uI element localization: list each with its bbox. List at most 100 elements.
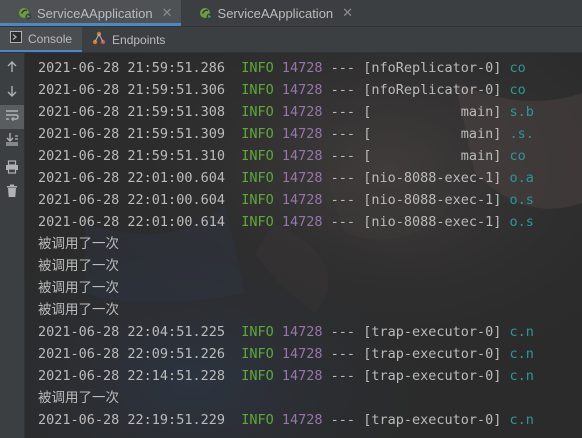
tab-endpoints[interactable]: Endpoints — [82, 27, 175, 52]
log-thread: [nfoReplicator-0] — [363, 60, 502, 76]
log-logger: o.s — [509, 192, 534, 208]
log-line: 2021-06-28 22:04:51.225 INFO 14728 --- [… — [38, 321, 534, 343]
stdout-line: 被调用了一次 — [38, 255, 534, 277]
log-logger: c.n — [509, 324, 534, 340]
log-date: 2021-06-28 — [38, 324, 120, 340]
log-thread: [ main] — [363, 148, 502, 164]
log-level: INFO — [241, 82, 274, 98]
log-logger: co — [510, 53, 526, 54]
trash-icon — [6, 184, 18, 203]
soft-wrap-button[interactable] — [0, 105, 24, 129]
scroll-down-button[interactable] — [0, 81, 24, 105]
stdout-line: 被调用了一次 — [38, 277, 534, 299]
print-button[interactable] — [0, 157, 24, 181]
stdout-text: 被调用了一次 — [38, 280, 119, 296]
log-level: INFO — [241, 170, 274, 186]
log-level: INFO — [241, 104, 274, 120]
log-pid: 14728 — [281, 214, 323, 230]
log-line: 2021-06-28 21:59:51.309 INFO 14728 --- [… — [38, 123, 534, 145]
close-icon[interactable]: ✕ — [162, 5, 173, 21]
log-separator: --- — [330, 412, 356, 428]
log-separator: --- — [330, 104, 356, 120]
log-time: 22:19:51.229 — [127, 412, 225, 428]
log-line: 2021-06-28 21:59:51.306 INFO 14728 --- [… — [38, 79, 534, 101]
stdout-line: 被调用了一次 — [38, 233, 534, 255]
log-pid: 14728 — [282, 53, 323, 54]
log-thread: [trap-executor-0] — [363, 324, 502, 340]
spring-boot-run-icon — [199, 6, 213, 20]
log-line: 2021-06-28 21:59:51.308 INFO 14728 --- [… — [38, 101, 534, 123]
log-date: 2021-06-28 — [38, 53, 119, 54]
log-separator: --- — [330, 324, 356, 340]
log-separator: --- — [330, 170, 356, 186]
log-separator: --- — [330, 214, 356, 230]
run-tab-service-a-1[interactable]: ServiceAApplication ✕ — [0, 0, 181, 26]
console-icon — [10, 31, 22, 46]
log-date: 2021-06-28 — [38, 170, 120, 186]
log-date: 2021-06-28 — [38, 60, 120, 76]
log-line: 2021-06-28 22:01:00.604 INFO 14728 --- [… — [38, 189, 534, 211]
log-level: INFO — [241, 60, 274, 76]
scroll-down-arrow-icon — [6, 84, 18, 102]
clear-all-button[interactable] — [0, 181, 24, 205]
log-thread: [nio-8088-exec-1] — [363, 214, 502, 230]
log-date: 2021-06-28 — [38, 412, 120, 428]
close-icon[interactable]: ✕ — [342, 5, 353, 21]
scroll-to-end-button[interactable] — [0, 129, 24, 153]
log-thread: [nfoReplicator-0] — [363, 82, 502, 98]
log-level: INFO — [241, 412, 274, 428]
log-pid: 14728 — [281, 170, 323, 186]
log-level: INFO — [241, 346, 274, 362]
tab-endpoints-label: Endpoints — [112, 32, 166, 47]
tab-console-label: Console — [28, 31, 73, 46]
log-pid: 14728 — [281, 60, 323, 76]
log-date: 2021-06-28 — [38, 368, 120, 384]
log-line: 2021-06-28 21:59:51.286 INFO 14728 --- [… — [38, 57, 534, 79]
log-pid: 14728 — [281, 368, 323, 384]
log-thread: [ main] — [363, 53, 501, 54]
log-time: 22:04:51.225 — [127, 324, 225, 340]
log-logger: co — [509, 60, 526, 76]
log-pid: 14728 — [281, 126, 323, 142]
log-time: 21:59:51.306 — [127, 82, 225, 98]
log-level: INFO — [241, 192, 274, 208]
log-pid: 14728 — [281, 82, 323, 98]
stdout-text: 被调用了一次 — [38, 302, 119, 318]
log-separator: --- — [330, 126, 356, 142]
log-time: 21:59:51.308 — [127, 104, 225, 120]
log-date: 2021-06-28 — [38, 148, 120, 164]
log-pid: 14728 — [281, 346, 323, 362]
log-separator: --- — [330, 368, 356, 384]
log-thread: [trap-executor-0] — [363, 368, 502, 384]
log-line: 2021-06-28 22:19:51.229 INFO 14728 --- [… — [38, 409, 534, 431]
log-time: 22:09:51.226 — [127, 346, 225, 362]
tab-console[interactable]: Console — [0, 27, 83, 52]
stdout-text: 被调用了一次 — [38, 258, 119, 274]
log-time: 21:59:51.310 — [127, 148, 225, 164]
log-separator: --- — [330, 148, 356, 164]
log-pid: 14728 — [281, 104, 323, 120]
console-tab-bar: Console Endpoints — [0, 27, 582, 53]
console-output[interactable]: 2021-06-28 21:59:51.285 INFO 14728 --- [… — [25, 53, 582, 438]
stdout-text: 被调用了一次 — [38, 390, 119, 406]
endpoints-icon — [92, 31, 106, 48]
log-date: 2021-06-28 — [38, 126, 120, 142]
log-time: 22:01:00.604 — [127, 192, 225, 208]
soft-wrap-icon — [5, 108, 19, 127]
print-icon — [5, 159, 19, 179]
log-pid: 14728 — [281, 192, 323, 208]
log-separator: --- — [330, 346, 356, 362]
log-date: 2021-06-28 — [38, 82, 120, 98]
run-tab-service-a-2[interactable]: ServiceAApplication ✕ — [181, 0, 362, 26]
log-date: 2021-06-28 — [38, 104, 120, 120]
log-logger: co — [509, 82, 526, 98]
log-date: 2021-06-28 — [38, 346, 120, 362]
log-thread: [ main] — [363, 104, 502, 120]
log-date: 2021-06-28 — [38, 192, 120, 208]
log-separator: --- — [330, 192, 356, 208]
log-time: 21:59:51.309 — [127, 126, 225, 142]
scroll-up-button[interactable] — [0, 57, 24, 81]
run-tab-label: ServiceAApplication — [217, 5, 334, 21]
log-level: INFO — [241, 324, 274, 340]
log-logger: c.n — [509, 368, 534, 384]
